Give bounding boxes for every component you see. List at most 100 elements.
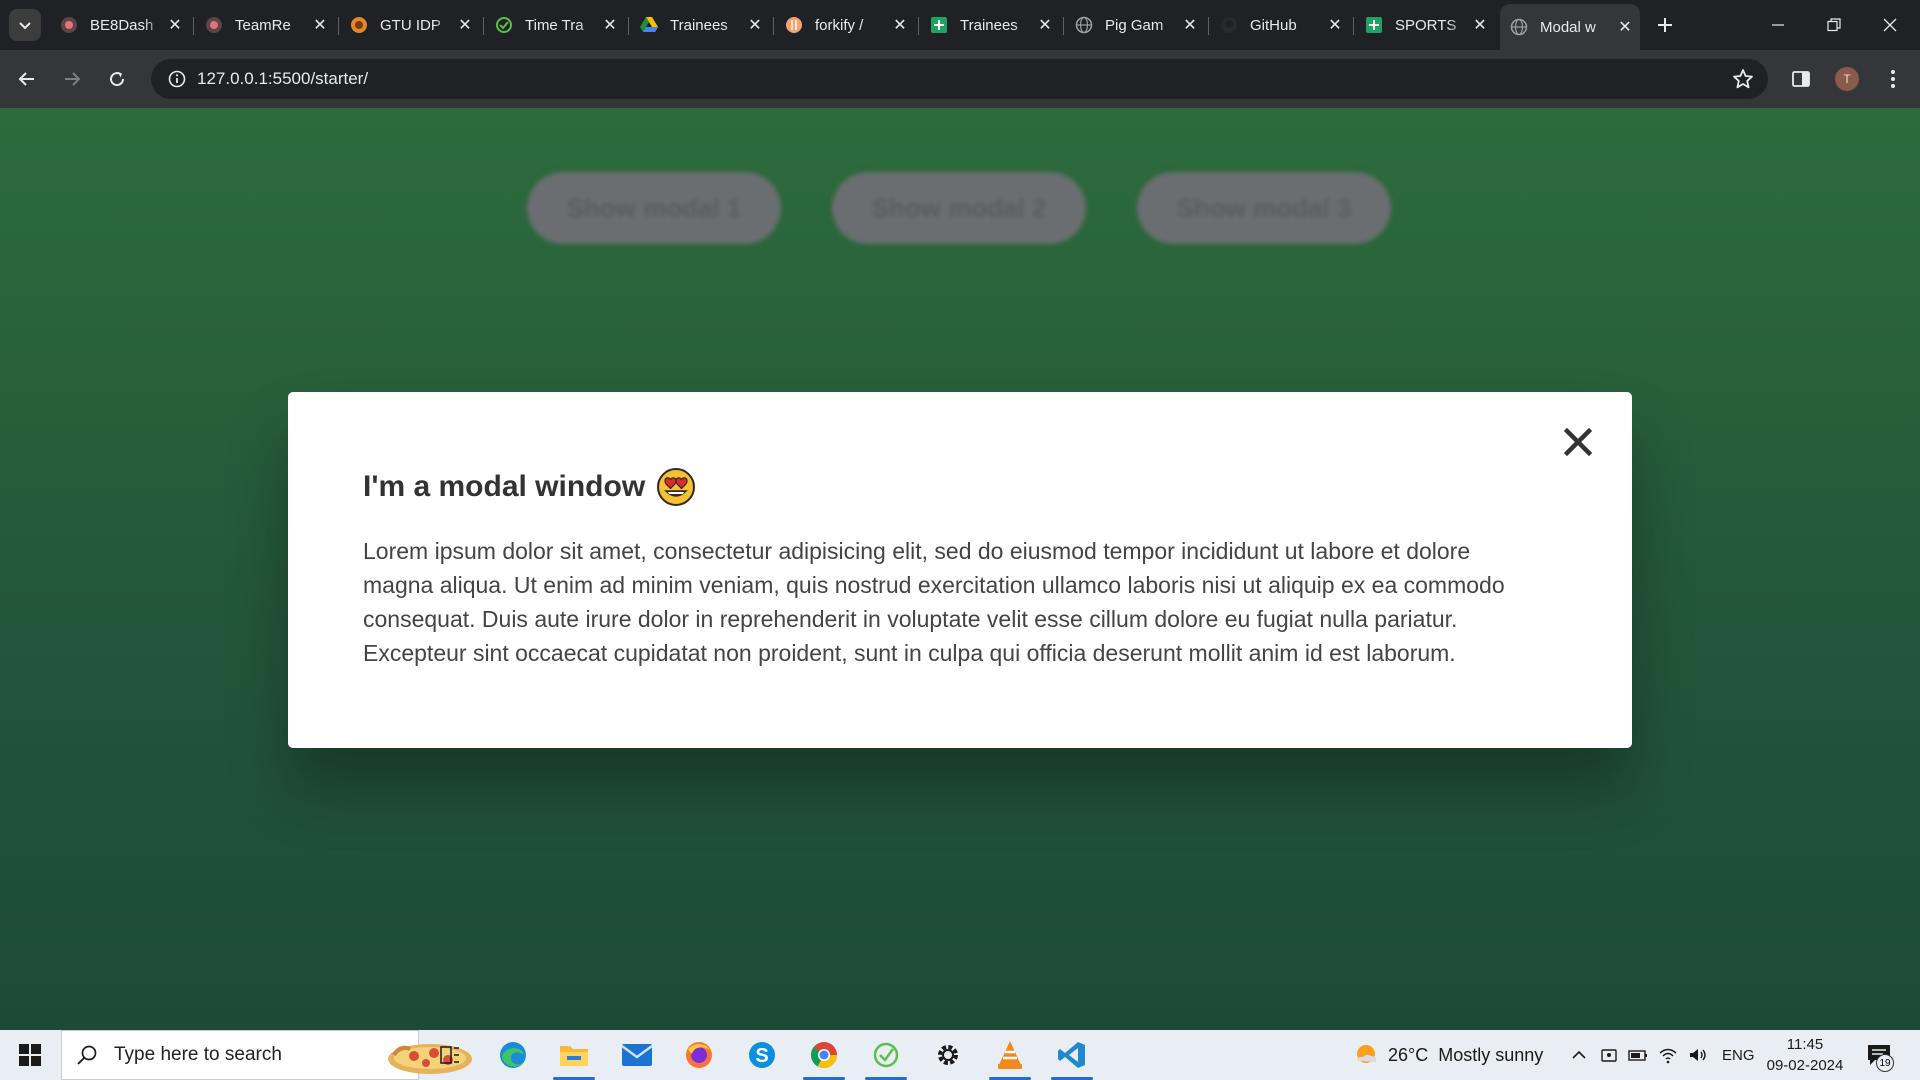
tab-search-button[interactable] — [9, 9, 41, 41]
notification-center-button[interactable]: 19 — [1862, 1038, 1896, 1072]
vscode-app[interactable] — [1043, 1030, 1101, 1080]
close-icon[interactable]: ✕ — [311, 16, 329, 34]
language-indicator[interactable]: ENG — [1722, 1047, 1755, 1064]
firefox-icon — [686, 1042, 712, 1068]
windows-taskbar: Type here to search S 26°C Mostly sunny … — [0, 1030, 1920, 1080]
plus-icon — [1658, 18, 1672, 32]
tab-gtu-idp[interactable]: GTU IDP ✕ — [338, 9, 480, 41]
sheets-icon — [930, 16, 948, 34]
globe-icon — [1510, 18, 1528, 36]
address-bar[interactable]: 127.0.0.1:5500/starter/ — [151, 59, 1768, 99]
back-button[interactable] — [11, 63, 43, 95]
wifi-icon[interactable] — [1658, 1046, 1678, 1064]
close-icon[interactable]: ✕ — [746, 16, 764, 34]
modal-close-button[interactable] — [1558, 420, 1598, 464]
folder-icon — [560, 1046, 588, 1066]
edge-app[interactable] — [484, 1030, 542, 1080]
close-icon — [1564, 428, 1592, 456]
chrome-app[interactable] — [795, 1030, 853, 1080]
tab-be8dash[interactable]: BE8Dash ✕ — [50, 9, 190, 41]
tab-title: TeamRe — [235, 16, 291, 34]
taskbar-search-input[interactable]: Type here to search — [61, 1030, 472, 1080]
tab-title: Trainees — [960, 16, 1018, 34]
clock[interactable]: 11:45 09-02-2024 — [1762, 1034, 1848, 1076]
browser-menu-button[interactable] — [1877, 63, 1909, 95]
avatar: T — [1835, 67, 1859, 91]
tab-forkify[interactable]: forkify / ✕ — [773, 9, 915, 41]
clock-date: 09-02-2024 — [1766, 1057, 1844, 1074]
vlc-app[interactable] — [981, 1030, 1039, 1080]
close-icon[interactable]: ✕ — [1181, 16, 1199, 34]
restore-button[interactable] — [1806, 0, 1862, 50]
record-icon — [60, 16, 78, 34]
windows-logo-icon — [19, 1044, 41, 1066]
volume-icon[interactable] — [1688, 1046, 1708, 1064]
modal-body-text: Lorem ipsum dolor sit amet, consectetur … — [363, 538, 1505, 666]
clock-time: 11:45 — [1786, 1036, 1824, 1053]
modal-title-text: I'm a modal window — [363, 470, 646, 503]
notification-count-badge: 19 — [1876, 1054, 1894, 1072]
weather-temp: 26°C — [1388, 1044, 1429, 1065]
new-tab-button[interactable] — [1652, 12, 1678, 38]
edge-icon — [500, 1042, 526, 1068]
arrow-left-icon — [18, 72, 34, 86]
close-icon[interactable]: ✕ — [456, 16, 474, 34]
task-view-button[interactable] — [421, 1030, 479, 1080]
tab-trainees-drive[interactable]: Trainees ✕ — [628, 9, 770, 41]
skype-app[interactable]: S — [733, 1030, 791, 1080]
weather-widget[interactable]: 26°C Mostly sunny — [1352, 1030, 1543, 1080]
minimize-button[interactable] — [1750, 0, 1806, 50]
chevron-up-icon[interactable] — [1570, 1046, 1588, 1064]
profile-button[interactable]: T — [1831, 63, 1863, 95]
firefox-app[interactable] — [670, 1030, 728, 1080]
tab-teamre[interactable]: TeamRe ✕ — [193, 9, 335, 41]
modal-heading: I'm a modal window — [363, 468, 1522, 506]
browser-tab-strip: BE8Dash ✕ TeamRe ✕ GTU IDP ✕ Time Tra ✕ … — [0, 0, 1920, 50]
close-icon[interactable]: ✕ — [166, 16, 184, 34]
info-icon[interactable] — [157, 59, 197, 99]
chevron-down-icon — [19, 22, 31, 30]
minimize-icon — [1772, 24, 1784, 26]
close-icon[interactable]: ✕ — [1036, 16, 1054, 34]
vscode-icon — [1058, 1042, 1085, 1068]
close-icon[interactable]: ✕ — [601, 16, 619, 34]
url-text[interactable]: 127.0.0.1:5500/starter/ — [197, 69, 368, 89]
close-icon[interactable]: ✕ — [1471, 16, 1489, 34]
system-tray: ENG — [1570, 1030, 1755, 1080]
side-panel-button[interactable] — [1785, 63, 1817, 95]
tab-pig-game[interactable]: Pig Gam ✕ — [1063, 9, 1205, 41]
arrow-right-icon — [65, 72, 81, 86]
side-panel-icon — [1792, 71, 1810, 87]
tab-modal-window[interactable]: Modal w ✕ — [1500, 4, 1640, 50]
forward-button[interactable] — [56, 63, 88, 95]
record-icon — [205, 16, 223, 34]
window-close-button[interactable] — [1862, 0, 1918, 50]
close-icon — [1883, 18, 1897, 32]
tab-trainees-sheets[interactable]: Trainees ✕ — [918, 9, 1060, 41]
tab-title: SPORTS — [1395, 16, 1457, 34]
close-icon[interactable]: ✕ — [891, 16, 909, 34]
tab-sports[interactable]: SPORTS ✕ — [1353, 9, 1495, 41]
reload-button[interactable] — [101, 63, 133, 95]
tab-github[interactable]: GitHub ✕ — [1208, 9, 1350, 41]
close-icon[interactable]: ✕ — [1616, 18, 1634, 36]
settings-app[interactable] — [919, 1030, 977, 1080]
mail-icon — [621, 1044, 653, 1066]
tab-title: BE8Dash — [90, 16, 154, 34]
battery-icon[interactable] — [1628, 1046, 1648, 1064]
tab-time-tracker[interactable]: Time Tra ✕ — [483, 9, 625, 41]
file-explorer-app[interactable] — [545, 1030, 603, 1080]
start-button[interactable] — [0, 1030, 60, 1080]
partly-sunny-icon — [1357, 1045, 1377, 1063]
bookmark-star-icon[interactable] — [1732, 68, 1754, 95]
svg-text:S: S — [755, 1045, 768, 1067]
time-tracker-app[interactable] — [857, 1030, 915, 1080]
meet-now-icon[interactable] — [1600, 1046, 1618, 1064]
close-icon[interactable]: ✕ — [1326, 16, 1344, 34]
gtu-icon — [350, 16, 368, 34]
gear-icon — [938, 1045, 958, 1065]
drive-icon — [640, 16, 658, 34]
task-view-icon — [440, 1046, 459, 1064]
weather-condition: Mostly sunny — [1438, 1044, 1544, 1065]
mail-app[interactable] — [608, 1030, 666, 1080]
